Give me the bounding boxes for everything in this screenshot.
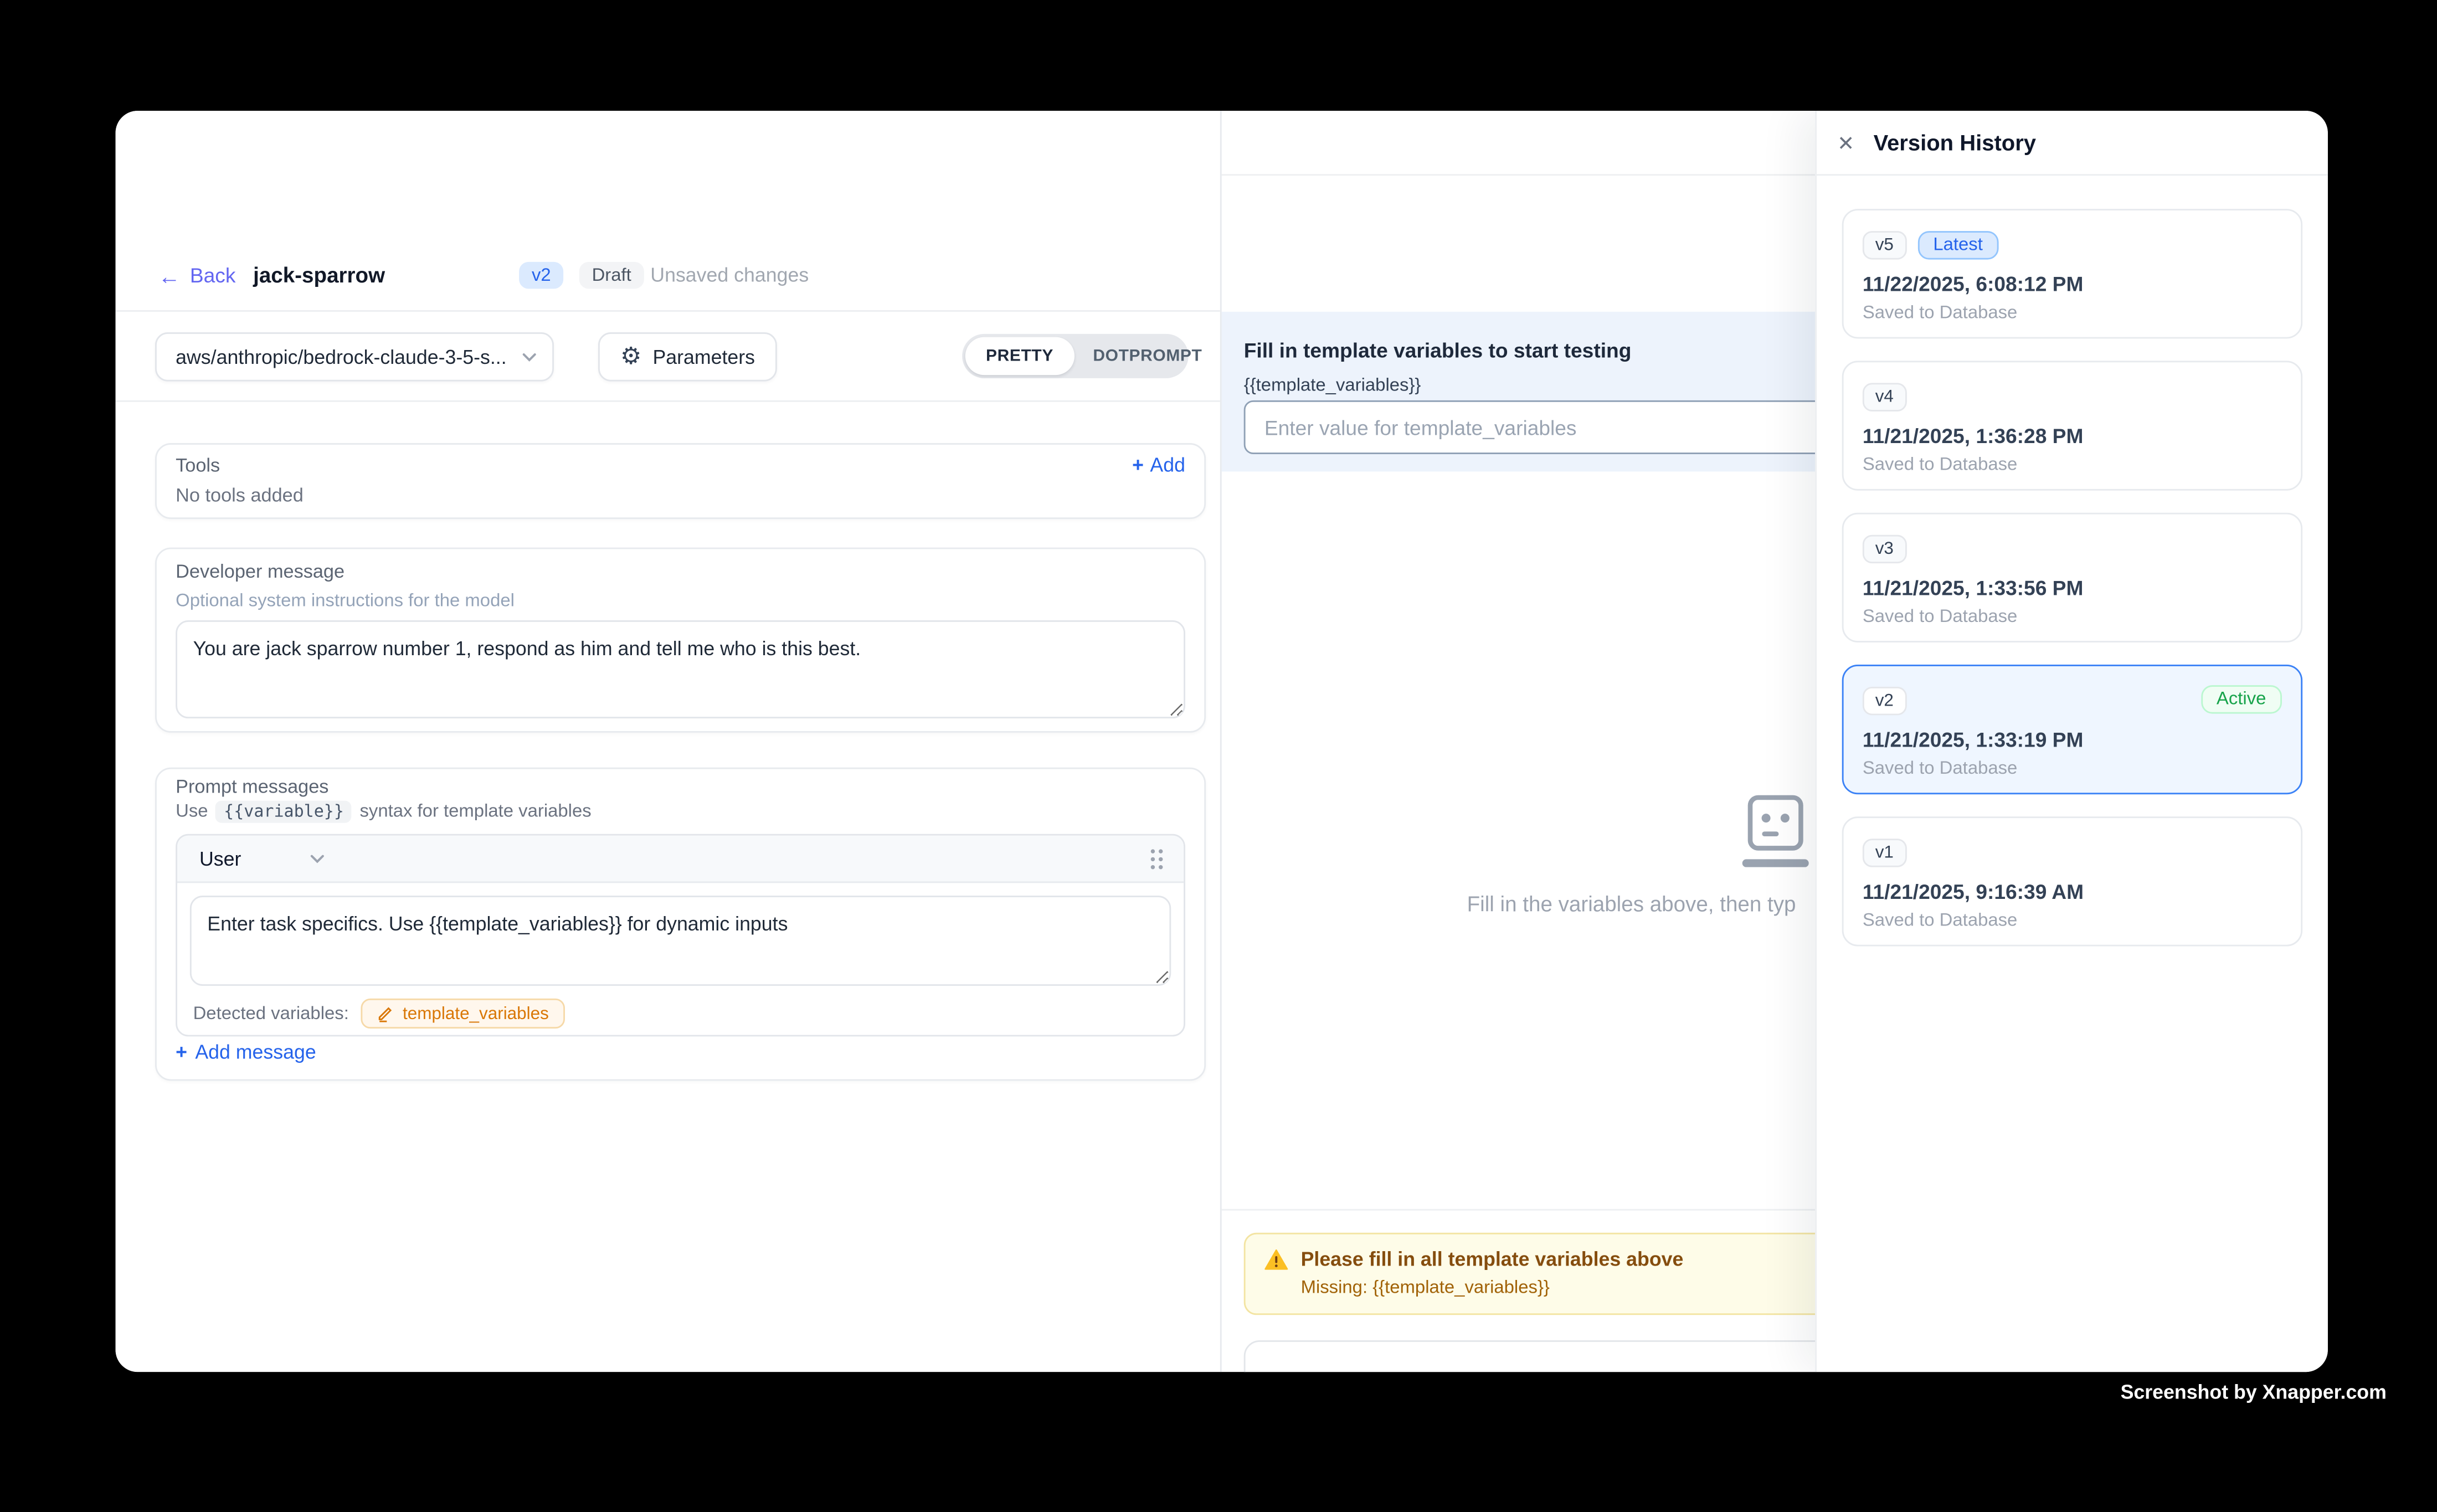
- version-chip: v1: [1863, 839, 1906, 867]
- back-arrow-icon: ←: [158, 264, 181, 286]
- template-variable-chip[interactable]: template_variables: [362, 999, 565, 1028]
- model-select[interactable]: aws/anthropic/bedrock-claude-3-5-s...: [155, 332, 554, 382]
- prompt-message-input[interactable]: Enter task specifics. Use {{template_var…: [190, 896, 1171, 986]
- variable-syntax-code: {{variable}}: [216, 801, 352, 823]
- variable-syntax-hint: Use {{variable}} syntax for template var…: [176, 801, 592, 823]
- app-window: ← Back jack-sparrow v2 Draft Unsaved cha…: [116, 111, 2328, 1372]
- toggle-dotprompt[interactable]: DOTPROMPT: [1074, 337, 1221, 376]
- latest-badge: Latest: [1917, 231, 1999, 259]
- active-badge: Active: [2201, 685, 2282, 713]
- banner-variable-label: {{template_variables}}: [1244, 377, 1421, 395]
- format-toggle: PRETTY DOTPROMPT: [962, 334, 1189, 378]
- developer-message-input[interactable]: You are jack sparrow number 1, respond a…: [176, 620, 1185, 718]
- add-message-label: Add message: [195, 1041, 316, 1063]
- version-status: Saved to Database: [1863, 759, 2282, 778]
- plus-icon: +: [176, 1041, 187, 1063]
- prompt-messages-title: Prompt messages: [176, 775, 328, 798]
- warning-title: Please fill in all template variables ab…: [1301, 1248, 1684, 1271]
- close-icon[interactable]: ✕: [1837, 132, 1854, 153]
- add-message-button[interactable]: + Add message: [176, 1041, 316, 1063]
- page-title: jack-sparrow: [253, 264, 385, 287]
- banner-title: Fill in template variables to start test…: [1244, 338, 1632, 362]
- tools-empty-label: No tools added: [176, 484, 304, 506]
- add-tool-label: Add: [1150, 454, 1185, 476]
- gear-icon: ⚙: [620, 345, 641, 369]
- pencil-icon: [377, 1005, 394, 1022]
- version-card-v4[interactable]: v4 11/21/2025, 1:36:28 PM Saved to Datab…: [1842, 361, 2302, 490]
- stage: ← Back jack-sparrow v2 Draft Unsaved cha…: [0, 0, 2437, 1512]
- chat-empty-hint: Fill in the variables above, then typ: [1467, 892, 1796, 916]
- version-chip: v4: [1863, 383, 1906, 411]
- drag-handle-icon[interactable]: [1149, 848, 1165, 870]
- draft-badge: Draft: [579, 262, 644, 289]
- chevron-down-icon: [522, 353, 537, 362]
- header-row: ← Back jack-sparrow v2 Draft Unsaved cha…: [158, 256, 1203, 295]
- version-badge: v2: [519, 262, 563, 289]
- plus-icon: +: [1132, 454, 1144, 476]
- version-status: Saved to Database: [1863, 304, 2282, 323]
- developer-message-title: Developer message: [176, 560, 345, 582]
- version-chip: v2: [1863, 687, 1906, 715]
- xnapper-watermark: Screenshot by Xnapper.com: [2121, 1381, 2387, 1403]
- developer-message-subtitle: Optional system instructions for the mod…: [176, 592, 515, 611]
- version-card-v2-active[interactable]: v2 Active 11/21/2025, 1:33:19 PM Saved t…: [1842, 665, 2302, 794]
- tools-card: Tools + Add No tools added: [155, 443, 1206, 519]
- detected-variables-label: Detected variables:: [193, 1004, 349, 1023]
- toggle-pretty[interactable]: PRETTY: [965, 337, 1074, 376]
- app-header: ← Back jack-sparrow v2 Draft Unsaved cha…: [116, 111, 1220, 312]
- version-date: 11/22/2025, 6:08:12 PM: [1863, 272, 2282, 296]
- version-card-v5[interactable]: v5 Latest 11/22/2025, 6:08:12 PM Saved t…: [1842, 209, 2302, 338]
- version-history-title: Version History: [1874, 130, 2036, 155]
- version-status: Saved to Database: [1863, 608, 2282, 626]
- back-label: Back: [190, 264, 236, 287]
- version-list: v5 Latest 11/22/2025, 6:08:12 PM Saved t…: [1842, 176, 2302, 946]
- template-variable-name: template_variables: [403, 1004, 549, 1023]
- message-role-header: User: [177, 836, 1184, 883]
- version-date: 11/21/2025, 1:33:56 PM: [1863, 576, 2282, 600]
- editor-pane: ← Back jack-sparrow v2 Draft Unsaved cha…: [116, 111, 1220, 1372]
- role-select[interactable]: User: [199, 847, 241, 870]
- robot-face-icon: [1741, 794, 1811, 867]
- developer-message-card: Developer message Optional system instru…: [155, 548, 1206, 733]
- version-history-panel: ✕ Version History v5 Latest 11/22/2025, …: [1815, 111, 2328, 1372]
- version-date: 11/21/2025, 9:16:39 AM: [1863, 880, 2282, 904]
- editor-toolbar: aws/anthropic/bedrock-claude-3-5-s... ⚙ …: [116, 312, 1220, 402]
- hint-prefix: Use: [176, 803, 208, 821]
- back-button[interactable]: ← Back: [158, 264, 236, 287]
- version-date: 11/21/2025, 1:36:28 PM: [1863, 424, 2282, 448]
- prompt-messages-card: Prompt messages Use {{variable}} syntax …: [155, 768, 1206, 1081]
- unsaved-changes-label: Unsaved changes: [650, 264, 809, 286]
- hint-suffix: syntax for template variables: [359, 803, 591, 821]
- prompt-message-block: User Enter task specifics. Use {{templat…: [176, 834, 1185, 1037]
- version-history-header: ✕ Version History: [1817, 111, 2328, 176]
- model-select-value: aws/anthropic/bedrock-claude-3-5-s...: [176, 346, 507, 368]
- parameters-button[interactable]: ⚙ Parameters: [598, 332, 777, 382]
- version-status: Saved to Database: [1863, 456, 2282, 475]
- detected-variables-row: Detected variables: template_variables: [193, 999, 565, 1028]
- version-chip: v5: [1863, 231, 1906, 259]
- tools-title: Tools: [176, 454, 220, 476]
- version-card-v3[interactable]: v3 11/21/2025, 1:33:56 PM Saved to Datab…: [1842, 513, 2302, 642]
- add-tool-button[interactable]: + Add: [1132, 454, 1185, 476]
- warning-triangle-icon: [1264, 1248, 1288, 1271]
- parameters-label: Parameters: [652, 346, 755, 368]
- version-date: 11/21/2025, 1:33:19 PM: [1863, 728, 2282, 752]
- version-chip: v3: [1863, 535, 1906, 563]
- version-status: Saved to Database: [1863, 912, 2282, 930]
- version-card-v1[interactable]: v1 11/21/2025, 9:16:39 AM Saved to Datab…: [1842, 816, 2302, 946]
- chevron-down-icon[interactable]: [311, 853, 325, 863]
